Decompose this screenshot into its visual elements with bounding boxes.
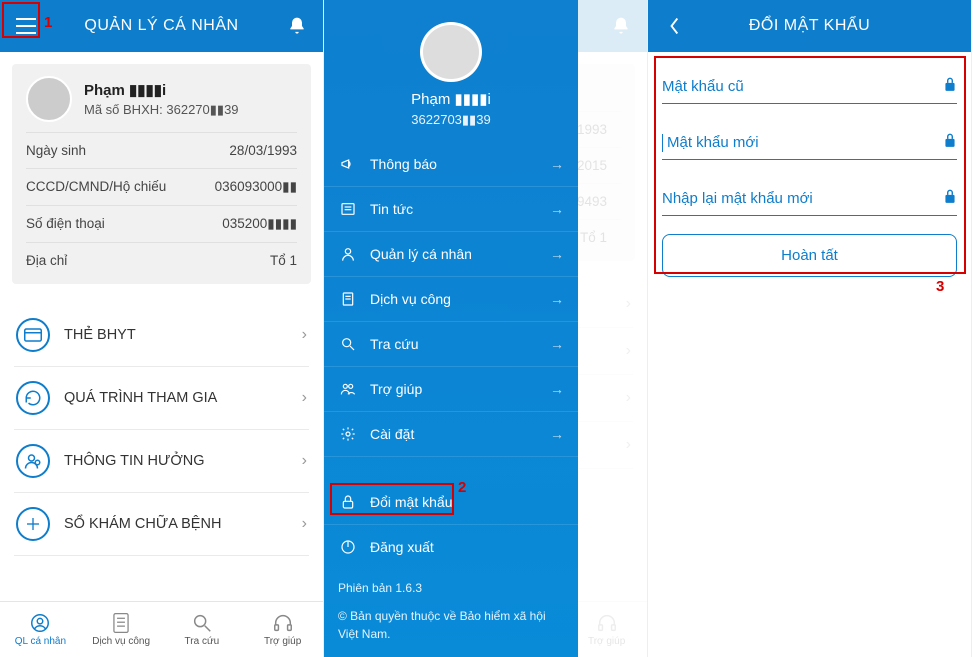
hamburger-icon bbox=[15, 17, 37, 35]
screen-profile: QUẢN LÝ CÁ NHÂN Phạm ▮▮▮▮i Mã số BHXH: 3… bbox=[0, 0, 324, 657]
old-password-input[interactable] bbox=[662, 78, 943, 95]
drawer-news[interactable]: Tin tức→ bbox=[324, 187, 578, 232]
info-row: Địa chỉTổ 1 bbox=[26, 242, 297, 278]
user-icon bbox=[340, 246, 356, 262]
drawer-settings[interactable]: Cài đặt→ bbox=[324, 412, 578, 457]
avatar bbox=[26, 76, 72, 122]
magnify-icon bbox=[340, 336, 356, 352]
screen-change-password: ĐỔI MẬT KHẨU Hoàn tất 3 bbox=[648, 0, 972, 657]
menu-label: THÔNG TIN HƯỞNG bbox=[64, 453, 302, 469]
new-password-field[interactable] bbox=[662, 122, 957, 160]
drawer-id: 3622703▮▮39 bbox=[324, 112, 578, 128]
menu-label: THẺ BHYT bbox=[64, 327, 302, 343]
old-password-field[interactable] bbox=[662, 66, 957, 104]
drawer-overlay: Phạm ▮▮▮▮i 3622703▮▮39 Thông báo→ Tin tứ… bbox=[324, 0, 647, 657]
new-password-input[interactable] bbox=[667, 134, 943, 151]
menu-button[interactable] bbox=[12, 12, 40, 40]
drawer-logout[interactable]: Đăng xuất bbox=[324, 525, 578, 569]
info-row: Số điện thoại035200▮▮▮▮ bbox=[26, 205, 297, 242]
nav-help[interactable]: Trợ giúp bbox=[242, 602, 323, 657]
magnify-icon bbox=[191, 612, 213, 634]
lock-icon bbox=[943, 188, 957, 204]
menu-process[interactable]: QUÁ TRÌNH THAM GIA › bbox=[14, 367, 309, 430]
nav-label: Dịch vụ công bbox=[92, 636, 150, 647]
avatar bbox=[420, 22, 482, 82]
screen-drawer: 03/1993 3002015 2009493 Tổ 1 › › › › QL … bbox=[324, 0, 648, 657]
menu-label: SỔ KHÁM CHỮA BỆNH bbox=[64, 516, 302, 532]
headset-icon bbox=[272, 612, 294, 634]
drawer-backdrop[interactable] bbox=[578, 0, 647, 657]
megaphone-icon bbox=[340, 156, 356, 172]
confirm-password-field[interactable] bbox=[662, 178, 957, 216]
chevron-right-icon: › bbox=[302, 326, 307, 344]
gear-icon bbox=[340, 426, 356, 442]
info-row: CCCD/CMND/Hộ chiếu036093000▮▮ bbox=[26, 168, 297, 205]
gear-user-icon bbox=[29, 612, 51, 634]
page-title: QUẢN LÝ CÁ NHÂN bbox=[40, 17, 283, 35]
info-row: Ngày sinh28/03/1993 bbox=[26, 132, 297, 168]
page-title: ĐỔI MẬT KHẨU bbox=[688, 17, 931, 35]
submit-button[interactable]: Hoàn tất bbox=[662, 234, 957, 277]
chevron-right-icon: › bbox=[302, 389, 307, 407]
profile-card: Phạm ▮▮▮▮i Mã số BHXH: 362270▮▮39 Ngày s… bbox=[12, 64, 311, 284]
news-icon bbox=[340, 201, 356, 217]
notification-button[interactable] bbox=[283, 12, 311, 40]
person-icon bbox=[24, 452, 42, 470]
drawer-search[interactable]: Tra cứu→ bbox=[324, 322, 578, 367]
drawer-profile[interactable]: Quản lý cá nhân→ bbox=[324, 232, 578, 277]
drawer-notify[interactable]: Thông báo→ bbox=[324, 142, 578, 187]
nav-profile[interactable]: QL cá nhân bbox=[0, 602, 81, 657]
side-drawer: Phạm ▮▮▮▮i 3622703▮▮39 Thông báo→ Tin tứ… bbox=[324, 0, 578, 657]
header-bar: QUẢN LÝ CÁ NHÂN bbox=[0, 0, 323, 52]
refresh-icon bbox=[24, 389, 42, 407]
nav-label: QL cá nhân bbox=[15, 636, 66, 647]
card-icon bbox=[24, 328, 42, 342]
nav-label: Tra cứu bbox=[185, 636, 220, 647]
drawer-version: Phiên bản 1.6.3 bbox=[324, 569, 578, 607]
doc-icon bbox=[111, 612, 131, 634]
bell-icon bbox=[287, 16, 307, 36]
password-form: Hoàn tất bbox=[662, 66, 957, 277]
lock-icon bbox=[943, 132, 957, 148]
menu-bhyt[interactable]: THẺ BHYT › bbox=[14, 304, 309, 367]
confirm-password-input[interactable] bbox=[662, 190, 943, 207]
menu-benefit[interactable]: THÔNG TIN HƯỞNG › bbox=[14, 430, 309, 493]
profile-name: Phạm ▮▮▮▮i bbox=[84, 81, 239, 99]
back-button[interactable] bbox=[660, 12, 688, 40]
menu-label: QUÁ TRÌNH THAM GIA bbox=[64, 390, 302, 406]
plus-icon bbox=[25, 516, 41, 532]
text-cursor-icon bbox=[662, 134, 663, 152]
lock-icon bbox=[340, 494, 356, 510]
drawer-help[interactable]: Trợ giúp→ bbox=[324, 367, 578, 412]
drawer-copyright: © Bản quyền thuộc về Bảo hiểm xã hội Việ… bbox=[324, 607, 578, 657]
header-bar: ĐỔI MẬT KHẨU bbox=[648, 0, 971, 52]
drawer-service[interactable]: Dịch vụ công→ bbox=[324, 277, 578, 322]
nav-label: Trợ giúp bbox=[264, 636, 301, 647]
people-icon bbox=[340, 381, 356, 397]
profile-id: Mã số BHXH: 362270▮▮39 bbox=[84, 102, 239, 118]
annotation-3: 3 bbox=[936, 278, 944, 295]
chevron-right-icon: › bbox=[302, 452, 307, 470]
chevron-right-icon: › bbox=[302, 515, 307, 533]
nav-service[interactable]: Dịch vụ công bbox=[81, 602, 162, 657]
lock-icon bbox=[943, 76, 957, 92]
chevron-left-icon bbox=[667, 16, 681, 36]
doc-icon bbox=[340, 291, 356, 307]
main-menu: THẺ BHYT › QUÁ TRÌNH THAM GIA › THÔNG TI… bbox=[14, 304, 309, 556]
power-icon bbox=[340, 539, 356, 555]
bottom-nav: QL cá nhân Dịch vụ công Tra cứu Trợ giúp bbox=[0, 601, 323, 657]
drawer-change-password[interactable]: Đổi mật khẩu bbox=[324, 480, 578, 525]
nav-search[interactable]: Tra cứu bbox=[162, 602, 243, 657]
menu-medbook[interactable]: SỔ KHÁM CHỮA BỆNH › bbox=[14, 493, 309, 556]
drawer-name: Phạm ▮▮▮▮i bbox=[324, 90, 578, 108]
